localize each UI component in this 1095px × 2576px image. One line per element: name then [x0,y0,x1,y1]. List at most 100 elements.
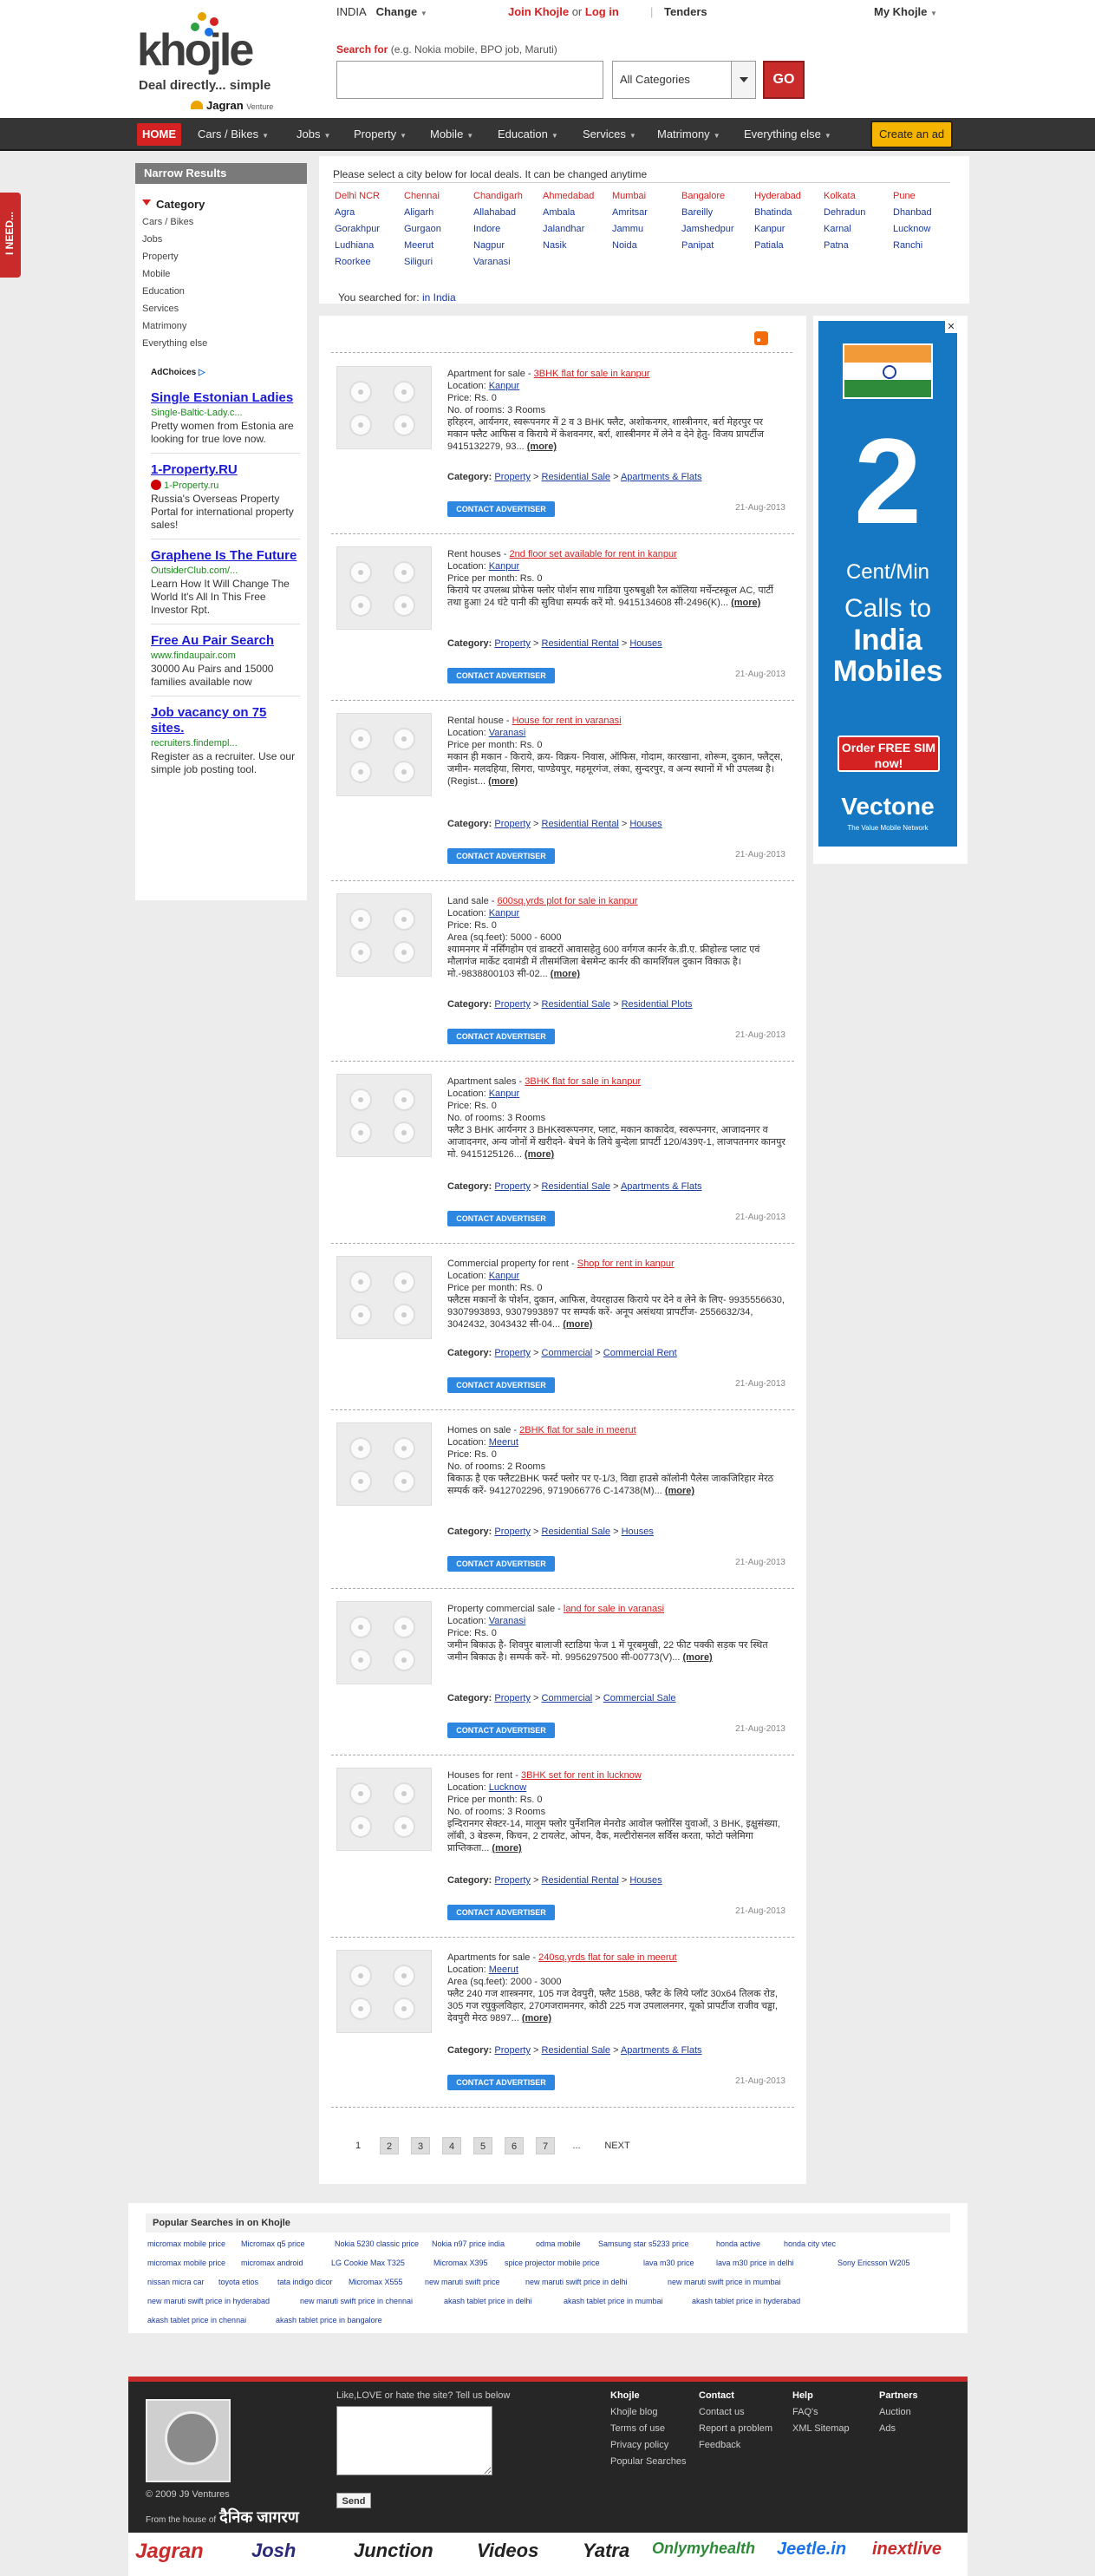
listing-thumbnail[interactable] [336,893,432,977]
more-link[interactable]: (more) [683,1652,713,1663]
listing-thumbnail[interactable] [336,1950,432,2033]
city-link[interactable]: Ahmedabad [543,191,594,201]
footer-link[interactable]: Khojle blog [610,2404,686,2421]
location-link[interactable]: Kanpur [489,381,519,391]
listing-title-link[interactable]: 3BHK flat for sale in kanpur [534,369,650,379]
footer-link[interactable]: Contact us [699,2404,772,2421]
popular-search-link[interactable]: lava m30 price in delhi [716,2259,794,2267]
city-link[interactable]: Kanpur [754,224,785,234]
city-link[interactable]: Bhatinda [754,207,792,218]
location-link[interactable]: Varanasi [489,1616,526,1626]
popular-search-link[interactable]: akash tablet price in chennai [147,2316,246,2324]
ad-title[interactable]: Job vacancy on 75 sites. [151,705,300,736]
ad-title[interactable]: 1-Property.RU [151,462,300,478]
page-link[interactable]: 6 [505,2137,524,2154]
category-link[interactable]: Houses [629,819,662,829]
city-link[interactable]: Gorakhpur [335,224,380,234]
contact-advertiser-button[interactable]: CONTACT ADVERTISER [447,1723,555,1738]
city-link[interactable]: Agra [335,207,355,218]
popular-search-link[interactable]: new maruti swift price in chennai [300,2297,413,2305]
footer-link[interactable]: Report a problem [699,2421,772,2437]
nav-services[interactable]: Services ▼ [577,123,642,146]
category-link[interactable]: Property [494,999,531,1010]
category-link[interactable]: Apartments & Flats [621,1181,702,1192]
category-link[interactable]: Houses [629,638,662,649]
nav-mobile[interactable]: Mobile ▼ [425,123,479,146]
popular-search-link[interactable]: spice projector mobile price [505,2259,600,2267]
city-link[interactable]: Ambala [543,207,575,218]
city-link[interactable]: Hyderabad [754,191,801,201]
ad-url[interactable]: 1-Property.ru [151,480,300,491]
city-link[interactable]: Chennai [404,191,440,201]
city-link[interactable]: Varanasi [473,257,511,267]
category-link[interactable]: Residential Plots [622,999,693,1010]
listing-thumbnail[interactable] [336,366,432,449]
category-item[interactable]: Mobile [142,265,207,283]
listing-title-link[interactable]: 2BHK flat for sale in meerut [519,1425,636,1435]
city-link[interactable]: Panipat [681,240,714,251]
brand-jeetle-logo[interactable]: Jeetle.in [777,2540,846,2560]
category-link[interactable]: Residential Rental [542,1875,619,1886]
popular-search-link[interactable]: new maruti swift price [425,2278,500,2286]
popular-search-link[interactable]: nissan micra car [147,2278,205,2286]
category-link[interactable]: Commercial [542,1348,593,1358]
popular-search-link[interactable]: honda active [716,2239,760,2248]
khojle-logo[interactable]: khojle Deal directly... simple Jagran Ve… [137,12,310,113]
ad-title[interactable]: Graphene Is The Future [151,548,300,564]
listing-thumbnail[interactable] [336,1768,432,1851]
category-link[interactable]: Residential Sale [542,2045,611,2056]
popular-search-link[interactable]: toyota etios [218,2278,258,2286]
category-link[interactable]: Commercial Rent [603,1348,677,1358]
contact-advertiser-button[interactable]: CONTACT ADVERTISER [447,1029,555,1044]
category-link[interactable]: Apartments & Flats [621,2045,702,2056]
create-ad-button[interactable]: Create an ad [870,121,954,148]
more-link[interactable]: (more) [563,1319,592,1330]
brand-inextlive-logo[interactable]: inextlive [872,2540,942,2560]
listing-title-link[interactable]: 600sq.yrds plot for sale in kanpur [497,896,637,906]
city-link[interactable]: Pune [893,191,916,201]
listing-thumbnail[interactable] [336,1074,432,1157]
city-link[interactable]: Kolkata [824,191,856,201]
more-link[interactable]: (more) [492,1843,521,1854]
go-button[interactable]: GO [763,61,805,99]
listing-thumbnail[interactable] [336,1256,432,1339]
category-link[interactable]: Houses [622,1527,654,1537]
popular-search-link[interactable]: akash tablet price in bangalore [276,2316,382,2324]
page-link[interactable]: 7 [536,2137,555,2154]
change-country-link[interactable]: Change [376,5,418,18]
more-link[interactable]: (more) [488,776,518,787]
rss-icon[interactable] [754,331,768,345]
contact-advertiser-button[interactable]: CONTACT ADVERTISER [447,1211,555,1226]
category-link[interactable]: Commercial [542,1693,593,1703]
popular-search-link[interactable]: micromax android [241,2259,303,2267]
contact-advertiser-button[interactable]: CONTACT ADVERTISER [447,501,555,517]
listing-title-link[interactable]: 240sq.yrds flat for sale in meerut [538,1952,677,1963]
ad-url[interactable]: Single-Baltic-Lady.c... [151,408,300,418]
more-link[interactable]: (more) [527,441,557,452]
city-link[interactable]: Bangalore [681,191,725,201]
popular-search-link[interactable]: Nokia 5230 classic price [335,2239,419,2248]
nav-cars-bikes[interactable]: Cars / Bikes ▼ [192,123,274,146]
more-link[interactable]: (more) [525,1149,554,1160]
popular-search-link[interactable]: micromax mobile price [147,2259,225,2267]
popular-search-link[interactable]: LG Cookie Max T325 [331,2259,405,2267]
footer-link[interactable]: XML Sitemap [792,2421,850,2437]
listing-thumbnail[interactable] [336,713,432,796]
city-link[interactable]: Nagpur [473,240,505,251]
category-item[interactable]: Jobs [142,231,207,248]
login-link[interactable]: Log in [585,5,619,18]
category-select[interactable]: All Categories [612,61,756,99]
category-item[interactable]: Property [142,248,207,265]
popular-search-link[interactable]: tata indigo dicor [277,2278,333,2286]
nav-education[interactable]: Education ▼ [492,123,564,146]
ad-url[interactable]: OutsiderClub.com/... [151,566,300,576]
footer-link[interactable]: Privacy policy [610,2437,686,2454]
popular-search-link[interactable]: Samsung star s5233 price [598,2239,689,2248]
category-link[interactable]: Residential Sale [542,472,611,482]
location-link[interactable]: Kanpur [489,908,519,919]
more-link[interactable]: (more) [665,1486,694,1496]
category-item[interactable]: Education [142,283,207,300]
nav-everything-else[interactable]: Everything else ▼ [739,123,837,146]
popular-search-link[interactable]: new maruti swift price in delhi [525,2278,628,2286]
category-link[interactable]: Residential Sale [542,999,611,1010]
